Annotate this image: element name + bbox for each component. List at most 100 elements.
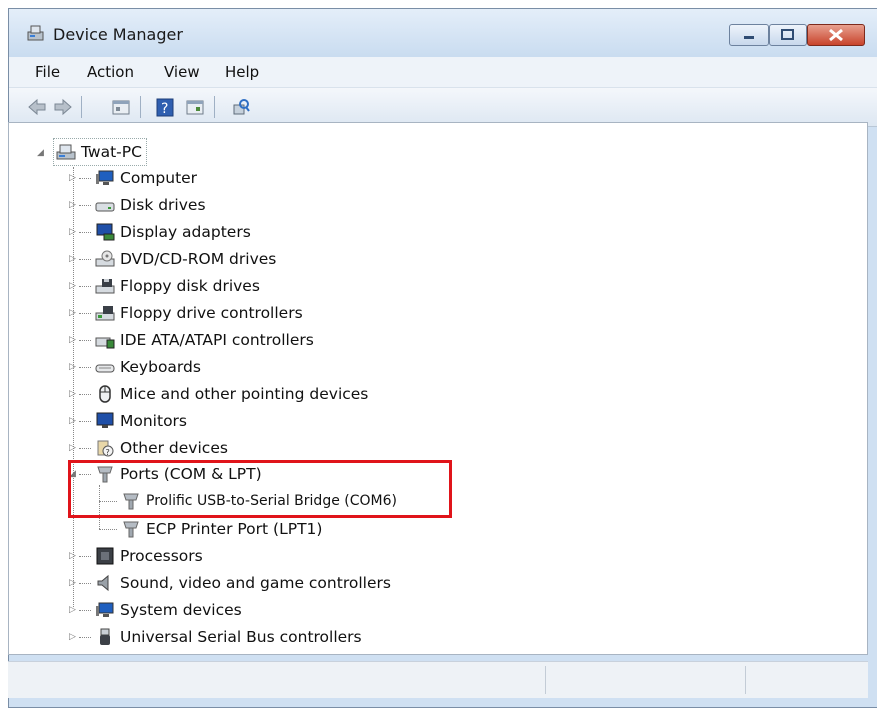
minimize-button[interactable] <box>729 24 769 46</box>
toolbar-separator <box>81 96 82 118</box>
svg-text:?: ? <box>161 101 168 117</box>
mouse-icon <box>99 385 111 403</box>
computer-icon <box>96 170 114 185</box>
maximize-button[interactable] <box>769 24 807 46</box>
forward-icon[interactable] <box>53 97 73 117</box>
tree-item-ecp-printer-port[interactable]: ECP Printer Port (LPT1) <box>99 516 322 542</box>
tree-item-label: IDE ATA/ATAPI controllers <box>120 331 314 349</box>
tree-item-ide-controllers[interactable]: ▷ IDE ATA/ATAPI controllers <box>69 327 314 353</box>
close-button[interactable] <box>807 24 865 46</box>
expand-arrow-icon[interactable]: ▷ <box>69 335 77 345</box>
keyboard-icon <box>95 364 115 373</box>
monitor-icon <box>96 412 114 428</box>
status-bar <box>8 661 868 698</box>
tree-item-floppy-disk-drives[interactable]: ▷ Floppy disk drives <box>69 273 260 299</box>
speaker-icon <box>97 574 109 592</box>
tree-connector <box>79 313 91 314</box>
tree-item-other-devices[interactable]: ▷ ? Other devices <box>69 435 228 461</box>
tree-item-system-devices[interactable]: ▷ System devices <box>69 597 242 623</box>
tree-connector <box>79 394 91 395</box>
tree-root[interactable]: Twat-PC <box>53 138 147 166</box>
usb-icon <box>100 628 110 645</box>
tree-item-disk-drives[interactable]: ▷ Disk drives <box>69 192 206 218</box>
tree-connector <box>79 259 91 260</box>
menu-file[interactable]: File <box>35 63 60 81</box>
tree-item-sound-video[interactable]: ▷ Sound, video and game controllers <box>69 570 391 596</box>
expand-arrow-icon[interactable]: ▷ <box>69 200 77 210</box>
tree-connector <box>79 583 91 584</box>
expand-arrow-icon[interactable]: ▷ <box>69 632 77 642</box>
status-divider <box>545 666 546 694</box>
close-icon <box>829 28 843 42</box>
scan-hardware-icon[interactable] <box>231 97 251 117</box>
tree-connector <box>79 367 91 368</box>
tree-item-label: Computer <box>120 169 198 187</box>
tree-item-label: DVD/CD-ROM drives <box>120 250 277 268</box>
tree-connector <box>79 421 91 422</box>
expand-arrow-icon[interactable]: ▷ <box>69 281 77 291</box>
tree-item-label: Disk drives <box>120 196 206 214</box>
computer-root-icon <box>56 144 76 160</box>
expand-arrow-icon[interactable]: ▷ <box>69 605 77 615</box>
tree-item-label: Universal Serial Bus controllers <box>120 628 362 646</box>
processor-icon <box>96 547 114 565</box>
tree-root-label: Twat-PC <box>81 143 142 161</box>
tree-item-display-adapters[interactable]: ▷ Display adapters <box>69 219 251 245</box>
tree-item-computer[interactable]: ▷ Computer <box>69 165 197 191</box>
tree-item-label: Display adapters <box>120 223 251 241</box>
properties-icon[interactable] <box>111 97 131 117</box>
ide-controller-icon <box>95 337 115 349</box>
tree-item-label: Keyboards <box>120 358 201 376</box>
tree-item-label: Other devices <box>120 439 228 457</box>
toolbar-separator <box>140 96 141 118</box>
tree-connector <box>79 286 91 287</box>
tree-connector <box>79 556 91 557</box>
status-divider <box>745 666 746 694</box>
display-adapter-icon <box>96 223 115 241</box>
expand-arrow-icon[interactable]: ▷ <box>69 254 77 264</box>
tree-item-label: Processors <box>120 547 203 565</box>
menu-help[interactable]: Help <box>225 63 259 81</box>
expand-arrow-icon[interactable]: ▷ <box>69 173 77 183</box>
tree-item-dvd-drives[interactable]: ▷ DVD/CD-ROM drives <box>69 246 276 272</box>
floppy-drive-icon <box>95 279 115 294</box>
tree-item-mice[interactable]: ▷ Mice and other pointing devices <box>69 381 368 407</box>
window-title: Device Manager <box>53 25 183 44</box>
show-hidden-icon[interactable] <box>185 97 205 117</box>
tree-item-keyboards[interactable]: ▷ Keyboards <box>69 354 201 380</box>
help-icon[interactable]: ? <box>155 97 175 117</box>
system-device-icon <box>96 602 114 617</box>
maximize-icon <box>781 29 794 40</box>
disk-drive-icon <box>95 202 115 212</box>
menu-bar: File Action View Help <box>9 57 877 88</box>
expand-arrow-icon[interactable]: ▷ <box>69 389 77 399</box>
tree-item-monitors[interactable]: ▷ Monitors <box>69 408 187 434</box>
floppy-controller-icon <box>95 306 115 321</box>
dvd-drive-icon <box>95 250 115 267</box>
tree-connector <box>79 610 91 611</box>
expand-arrow-icon[interactable]: ▷ <box>69 308 77 318</box>
tree-item-usb-controllers[interactable]: ▷ Universal Serial Bus controllers <box>69 624 362 650</box>
tree-item-label: Monitors <box>120 412 187 430</box>
menu-action[interactable]: Action <box>87 63 134 81</box>
tree-connector <box>99 529 117 530</box>
expand-arrow-icon[interactable]: ▷ <box>69 551 77 561</box>
tree-item-label: Floppy drive controllers <box>120 304 303 322</box>
expand-arrow-icon[interactable]: ▷ <box>69 416 77 426</box>
toolbar-separator <box>214 96 215 118</box>
back-icon[interactable] <box>27 97 47 117</box>
menu-view[interactable]: View <box>164 63 200 81</box>
expand-arrow-icon[interactable]: ▷ <box>69 578 77 588</box>
port-icon <box>123 521 139 538</box>
tree-item-processors[interactable]: ▷ Processors <box>69 543 203 569</box>
expand-arrow-icon[interactable]: ▷ <box>69 227 77 237</box>
tree-connector <box>79 637 91 638</box>
tree-item-floppy-drive-controllers[interactable]: ▷ Floppy drive controllers <box>69 300 303 326</box>
expand-arrow-icon[interactable]: ▷ <box>69 443 77 453</box>
tree-connector <box>79 340 91 341</box>
minimize-icon <box>744 36 754 39</box>
device-tree: ◢ Twat-PC ▷ Computer ▷ Disk drives ▷ Dis… <box>8 122 868 655</box>
title-bar[interactable]: Device Manager <box>9 9 877 57</box>
collapse-arrow-icon[interactable]: ◢ <box>37 148 45 158</box>
expand-arrow-icon[interactable]: ▷ <box>69 362 77 372</box>
